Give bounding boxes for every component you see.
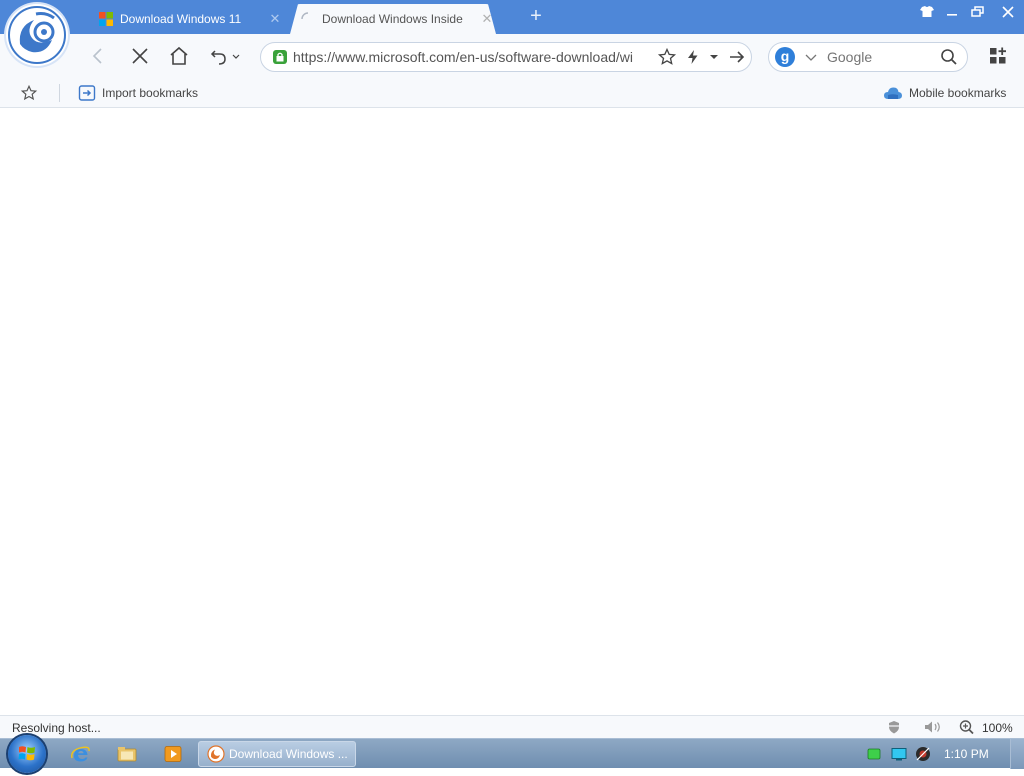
home-button[interactable] — [167, 44, 191, 68]
navigation-toolbar: g — [0, 34, 1024, 78]
cloud-icon — [884, 87, 902, 99]
home-icon — [170, 46, 188, 65]
tab-title: Download Windows 11 — [120, 12, 242, 26]
divider — [59, 84, 60, 102]
internet-explorer-icon[interactable] — [70, 744, 92, 764]
taskbar-app-label: Download Windows ... — [229, 747, 348, 761]
import-bookmarks-label: Import bookmarks — [102, 86, 199, 100]
close-icon — [1002, 6, 1014, 18]
start-button[interactable] — [8, 735, 46, 773]
loading-spinner-icon — [301, 12, 309, 20]
lightning-icon[interactable] — [683, 47, 703, 67]
shield-icon[interactable] — [886, 719, 902, 735]
volume-icon[interactable] — [914, 746, 932, 762]
close-tab-icon[interactable]: ✕ — [266, 11, 284, 27]
search-icon[interactable] — [939, 47, 959, 67]
tab-download-windows-11[interactable]: Download Windows 11 ✕ — [88, 4, 284, 34]
browser-logo[interactable] — [6, 4, 68, 66]
import-icon — [78, 85, 96, 101]
display-icon[interactable] — [890, 747, 908, 761]
uc-browser-logo-icon — [8, 6, 66, 64]
star-icon — [20, 84, 38, 101]
speaker-icon[interactable] — [922, 719, 944, 735]
tab-download-windows-insider[interactable]: Download Windows Inside ✕ — [290, 4, 496, 34]
media-player-icon[interactable] — [162, 744, 184, 764]
mobile-bookmarks-label: Mobile bookmarks — [909, 86, 1007, 100]
star-icon[interactable] — [657, 47, 677, 67]
undo-icon — [210, 50, 240, 65]
url-input[interactable] — [293, 49, 649, 65]
search-engine-icon[interactable]: g — [775, 47, 795, 67]
address-bar[interactable] — [260, 42, 752, 72]
status-text: Resolving host... — [12, 721, 101, 735]
uc-browser-icon — [207, 745, 225, 763]
minimize-icon — [947, 14, 957, 16]
windows-logo-icon — [18, 746, 35, 761]
file-explorer-icon[interactable] — [116, 744, 138, 764]
secure-lock-icon — [273, 50, 287, 64]
title-bar: Download Windows 11 ✕ Download Windows I… — [0, 0, 1024, 34]
restore-icon — [971, 6, 984, 17]
status-bar: Resolving host... 100% — [0, 715, 1024, 738]
back-arrow-icon — [92, 48, 102, 64]
new-tab-button[interactable]: + — [524, 5, 548, 27]
back-button[interactable] — [86, 44, 110, 68]
go-arrow-icon[interactable] — [727, 47, 747, 67]
search-box[interactable]: g — [768, 42, 968, 72]
taskbar-app-button[interactable]: Download Windows ... — [198, 741, 356, 767]
show-desktop-button[interactable] — [1010, 739, 1024, 769]
zoom-level[interactable]: 100% — [982, 721, 1013, 735]
skin-shirt-icon[interactable] — [916, 3, 938, 21]
bookmarks-bar: Import bookmarks Mobile bookmarks — [0, 78, 1024, 108]
minimize-button[interactable] — [941, 3, 963, 21]
system-clock[interactable]: 1:10 PM — [944, 747, 989, 761]
tab-title: Download Windows Inside — [322, 12, 463, 26]
bookmark-star-button[interactable] — [20, 84, 38, 102]
windows-taskbar: Download Windows ... 1:10 PM — [0, 735, 1024, 773]
search-input[interactable] — [827, 49, 927, 65]
restore-button[interactable] — [967, 3, 989, 21]
chevron-down-icon[interactable] — [803, 47, 819, 67]
page-content-area[interactable] — [0, 109, 1024, 715]
chevron-down-icon[interactable] — [707, 47, 721, 67]
undo-closed-tab-button[interactable] — [207, 44, 243, 68]
apps-menu-button[interactable] — [986, 44, 1010, 68]
network-icon[interactable] — [866, 747, 882, 761]
mobile-bookmarks-link[interactable]: Mobile bookmarks — [883, 84, 1006, 102]
import-bookmarks-link[interactable]: Import bookmarks — [78, 84, 198, 102]
close-icon — [132, 48, 148, 64]
apps-grid-icon — [990, 47, 1006, 64]
windows-logo-icon — [99, 12, 113, 26]
stop-button[interactable] — [128, 44, 152, 68]
zoom-icon[interactable] — [958, 719, 976, 735]
close-window-button[interactable] — [997, 3, 1019, 21]
close-tab-icon[interactable]: ✕ — [478, 11, 496, 27]
